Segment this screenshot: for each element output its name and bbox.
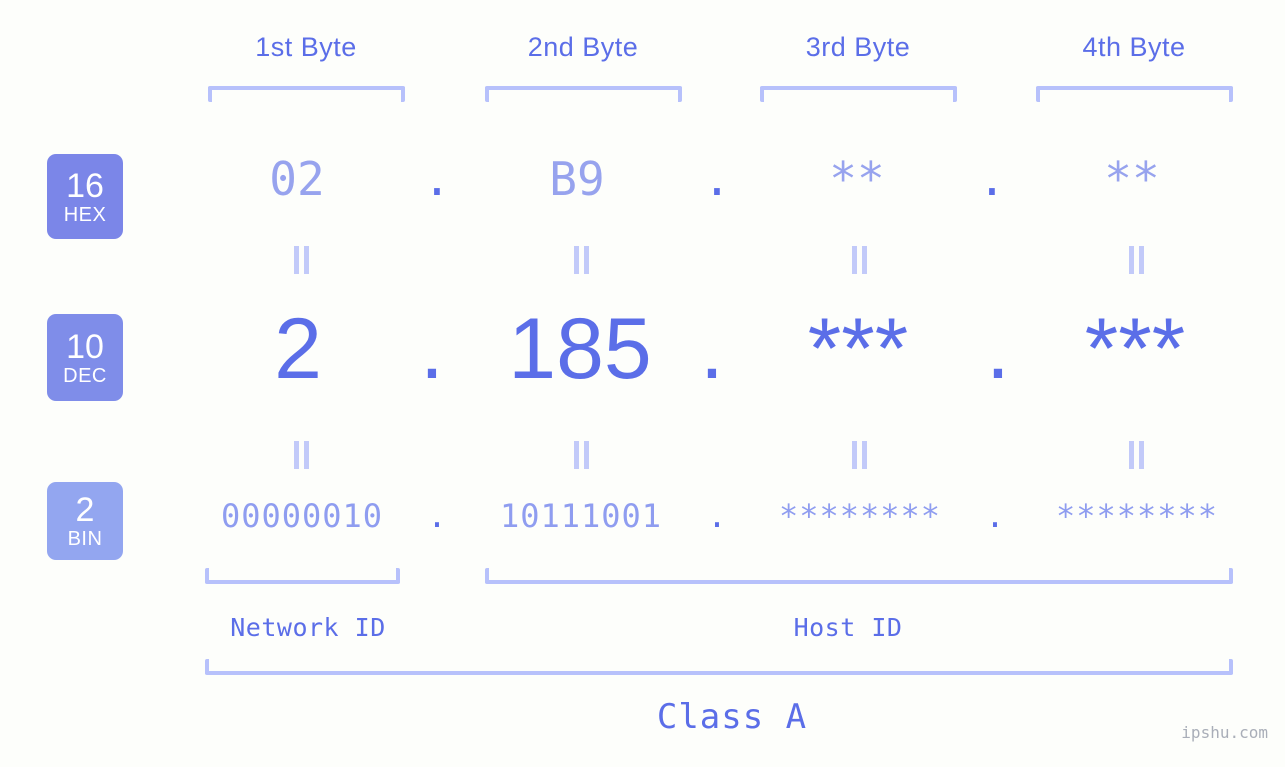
equals-connector-dec-bin-2 <box>570 441 592 469</box>
equals-connector-hex-dec-4 <box>1125 246 1147 274</box>
base-badge-hex-name: HEX <box>63 203 107 226</box>
byte-header-label-2: 2nd Byte <box>527 32 639 62</box>
hex-byte-1: 02 <box>269 152 325 206</box>
dec-byte-2: 185 <box>508 301 652 397</box>
hex-separator-1: . <box>423 152 451 206</box>
class-label: Class A <box>656 697 808 737</box>
class-bracket <box>205 659 1233 675</box>
network-id-bracket <box>205 568 400 584</box>
byte-bracket-top-1 <box>208 86 405 102</box>
base-badge-hex: 16 HEX <box>47 154 123 239</box>
dec-separator-2: . <box>700 301 724 397</box>
dec-byte-3: *** <box>807 301 909 397</box>
hex-separator-3: . <box>978 152 1006 206</box>
equals-connector-hex-dec-1 <box>290 246 312 274</box>
equals-connector-dec-bin-1 <box>290 441 312 469</box>
hex-byte-2: B9 <box>549 152 605 206</box>
bin-separator-2: . <box>707 497 727 535</box>
dec-byte-4: *** <box>1084 301 1186 397</box>
base-badge-bin-name: BIN <box>67 528 103 550</box>
bin-separator-3: . <box>985 497 1005 535</box>
site-watermark: ipshu.com <box>1181 723 1268 742</box>
bin-byte-1: 00000010 <box>220 497 384 535</box>
bin-separator-1: . <box>427 497 447 535</box>
base-badge-dec-name: DEC <box>63 364 107 387</box>
byte-header-label-3: 3rd Byte <box>805 32 911 62</box>
dec-byte-1: 2 <box>274 301 322 397</box>
base-badge-dec: 10 DEC <box>47 314 123 401</box>
byte-header-label-4: 4th Byte <box>1082 32 1186 62</box>
hex-separator-2: . <box>703 152 731 206</box>
equals-connector-hex-dec-3 <box>848 246 870 274</box>
bin-byte-4: ******** <box>1055 497 1219 535</box>
byte-bracket-top-4 <box>1036 86 1233 102</box>
hex-byte-3: ** <box>829 152 885 206</box>
bin-byte-2: 10111001 <box>499 497 663 535</box>
byte-bracket-top-3 <box>760 86 957 102</box>
bin-byte-3: ******** <box>778 497 942 535</box>
byte-header-label-1: 1st Byte <box>255 32 357 62</box>
dec-separator-1: . <box>420 301 444 397</box>
base-badge-dec-number: 10 <box>66 327 104 366</box>
host-id-label: Host ID <box>793 613 903 642</box>
hex-byte-4: ** <box>1104 152 1160 206</box>
network-id-label: Network ID <box>230 613 386 642</box>
ip-byte-breakdown-diagram: 1st Byte 2nd Byte 3rd Byte 4th Byte 16 H… <box>0 0 1285 767</box>
equals-connector-dec-bin-4 <box>1125 441 1147 469</box>
equals-connector-hex-dec-2 <box>570 246 592 274</box>
byte-bracket-top-2 <box>485 86 682 102</box>
base-badge-bin: 2 BIN <box>47 482 123 560</box>
equals-connector-dec-bin-3 <box>848 441 870 469</box>
host-id-bracket <box>485 568 1233 584</box>
base-badge-bin-number: 2 <box>75 491 95 529</box>
base-badge-hex-number: 16 <box>66 166 104 205</box>
